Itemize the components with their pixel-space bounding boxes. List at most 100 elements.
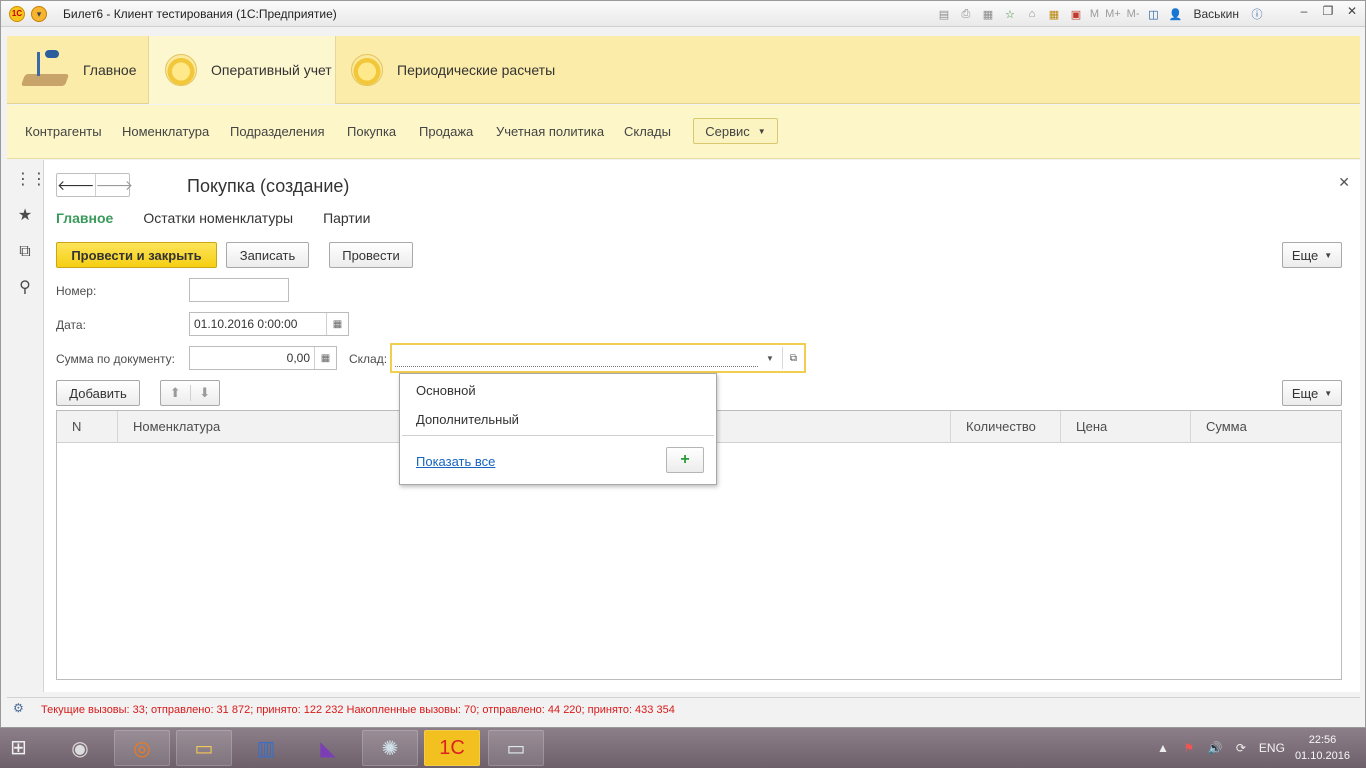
form-title: Покупка (создание) (187, 176, 350, 196)
volume-icon[interactable]: 🔊 (1207, 740, 1223, 756)
calendar-icon[interactable]: ▣ (1068, 6, 1084, 22)
dropdown-divider (402, 435, 714, 436)
memory-button[interactable]: M (1090, 6, 1099, 22)
section-ball-icon (165, 54, 197, 86)
panels-icon[interactable]: ◫ (1145, 6, 1161, 22)
save-icon[interactable]: ▤ (936, 6, 952, 22)
title-toolbar: ▤ ⎙ ▦ ☆ ⌂ ▦ ▣ M M+ M- ◫ 👤 Васькин ⓘ (936, 5, 1265, 23)
service-button[interactable]: Сервис ▼ (693, 118, 778, 144)
server-icon[interactable]: ▥ (238, 730, 294, 766)
nav-accounting-policy[interactable]: Учетная политика (496, 124, 604, 139)
title-bar: 1С ▾ Билет6 - Клиент тестирования (1С:Пр… (1, 1, 1365, 27)
column-sum[interactable]: Сумма (1191, 411, 1341, 443)
post-button[interactable]: Провести (329, 242, 413, 268)
tab-batches[interactable]: Партии (323, 210, 370, 226)
dvd-icon[interactable]: ◉ (52, 730, 108, 766)
section-main[interactable]: Главное (20, 36, 149, 104)
clock[interactable]: 22:56 01.10.2016 (1295, 732, 1350, 764)
number-field[interactable] (189, 278, 289, 302)
network-icon[interactable]: ✺ (362, 730, 418, 766)
1c-icon[interactable]: 1С (424, 730, 480, 766)
network-flag-icon[interactable]: ⚑ (1181, 740, 1197, 756)
chevron-up-icon[interactable]: ▲ (1155, 740, 1171, 756)
open-icon[interactable]: ⧉ (782, 347, 804, 369)
section-periodic[interactable]: Периодические расчеты (351, 36, 581, 104)
section-label: Периодические расчеты (397, 62, 556, 78)
section-label: Главное (83, 62, 137, 78)
memory-minus-button[interactable]: M- (1127, 6, 1140, 22)
move-up-icon[interactable]: ⬆ (161, 385, 190, 401)
remote-desktop-icon[interactable]: ▭ (488, 730, 544, 766)
user-icon: 👤 (1168, 8, 1183, 21)
section-operational[interactable]: Оперативный учет (148, 36, 336, 104)
chevron-down-icon: ▼ (1324, 388, 1333, 398)
close-form-icon[interactable]: ✕ (1338, 174, 1350, 191)
column-n[interactable]: N (57, 411, 118, 443)
print-icon[interactable]: ⎙ (958, 6, 974, 22)
nav-purchase[interactable]: Покупка (347, 124, 396, 139)
calculator-icon[interactable]: ▦ (314, 347, 336, 369)
table-more-button[interactable]: Еще ▼ (1282, 380, 1342, 406)
nav-departments[interactable]: Подразделения (230, 124, 325, 139)
desk-lamp-icon (20, 50, 70, 90)
post-and-close-button[interactable]: Провести и закрыть (56, 242, 217, 268)
section-label: Оперативный учет (211, 62, 332, 78)
sum-label: Сумма по документу: (56, 352, 175, 366)
history-icon[interactable]: ⧉ (15, 242, 35, 262)
nav-contractors[interactable]: Контрагенты (25, 124, 102, 139)
more-button[interactable]: Еще ▼ (1282, 242, 1342, 268)
close-icon[interactable]: ✕ (1345, 4, 1359, 18)
calendar-icon[interactable]: ▦ (326, 313, 348, 335)
chevron-down-icon[interactable]: ▼ (760, 348, 780, 368)
calculator-icon[interactable]: ▦ (1046, 6, 1062, 22)
memory-plus-button[interactable]: M+ (1105, 6, 1121, 22)
main-menu-icon[interactable]: ▾ (31, 6, 47, 22)
language-indicator[interactable]: ENG (1259, 741, 1285, 755)
save-button[interactable]: Записать (226, 242, 309, 268)
sync-icon[interactable]: ⟳ (1233, 740, 1249, 756)
info-icon[interactable]: ⓘ (1249, 6, 1265, 22)
visual-studio-icon[interactable]: ◣ (300, 730, 356, 766)
all-functions-icon[interactable]: ⋮⋮⋮ (15, 170, 63, 190)
app-logo-icon[interactable]: 1С (9, 6, 25, 22)
column-quantity[interactable]: Количество (951, 411, 1061, 443)
tab-nomenclature-balance[interactable]: Остатки номенклатуры (143, 210, 293, 226)
more-label: Еще (1291, 385, 1319, 401)
server-calls-icon[interactable]: ⚙ (13, 701, 31, 719)
favorites-star-icon[interactable]: ★ (15, 206, 35, 226)
nav-sale[interactable]: Продажа (419, 124, 473, 139)
firefox-icon[interactable]: ◎ (114, 730, 170, 766)
windows-start-icon[interactable]: ⊞ (10, 735, 38, 761)
sum-value: 0,00 (286, 351, 310, 365)
chevron-down-icon: ▼ (1324, 250, 1333, 260)
create-new-button[interactable]: + (666, 447, 704, 473)
move-buttons: ⬆ ⬇ (160, 380, 220, 406)
add-button[interactable]: Добавить (56, 380, 140, 406)
preview-icon[interactable]: ▦ (980, 6, 996, 22)
tab-main[interactable]: Главное (56, 210, 113, 226)
restore-icon[interactable]: ❐ (1321, 4, 1335, 18)
show-all-link[interactable]: Показать все (416, 454, 495, 469)
minimize-icon[interactable]: – (1297, 4, 1311, 18)
move-down-icon[interactable]: ⬇ (189, 385, 220, 401)
user-name[interactable]: Васькин (1189, 7, 1243, 21)
file-explorer-icon[interactable]: ▭ (176, 730, 232, 766)
nav-warehouses[interactable]: Склады (624, 124, 671, 139)
date-field[interactable]: 01.10.2016 0:00:00 ▦ (189, 312, 349, 336)
warehouse-underline (395, 366, 758, 367)
back-arrow-icon[interactable]: 🡐 (57, 174, 95, 196)
status-bar: ⚙ Текущие вызовы: 33; отправлено: 31 872… (7, 697, 1360, 721)
number-label: Номер: (56, 284, 97, 298)
date-label: Дата: (56, 318, 86, 332)
more-label: Еще (1291, 247, 1319, 263)
favorites-icon[interactable]: ☆ (1002, 6, 1018, 22)
history-icon[interactable]: ⌂ (1024, 6, 1040, 22)
dropdown-option[interactable]: Основной (416, 383, 476, 398)
dropdown-option[interactable]: Дополнительный (416, 412, 519, 427)
nav-nomenclature[interactable]: Номенклатура (122, 124, 209, 139)
warehouse-field[interactable]: ▼ ⧉ (390, 343, 806, 373)
forward-arrow-icon[interactable]: 🡒 (94, 174, 133, 196)
column-price[interactable]: Цена (1061, 411, 1191, 443)
search-icon[interactable]: ⚲ (15, 278, 35, 298)
sum-field[interactable]: 0,00 ▦ (189, 346, 337, 370)
